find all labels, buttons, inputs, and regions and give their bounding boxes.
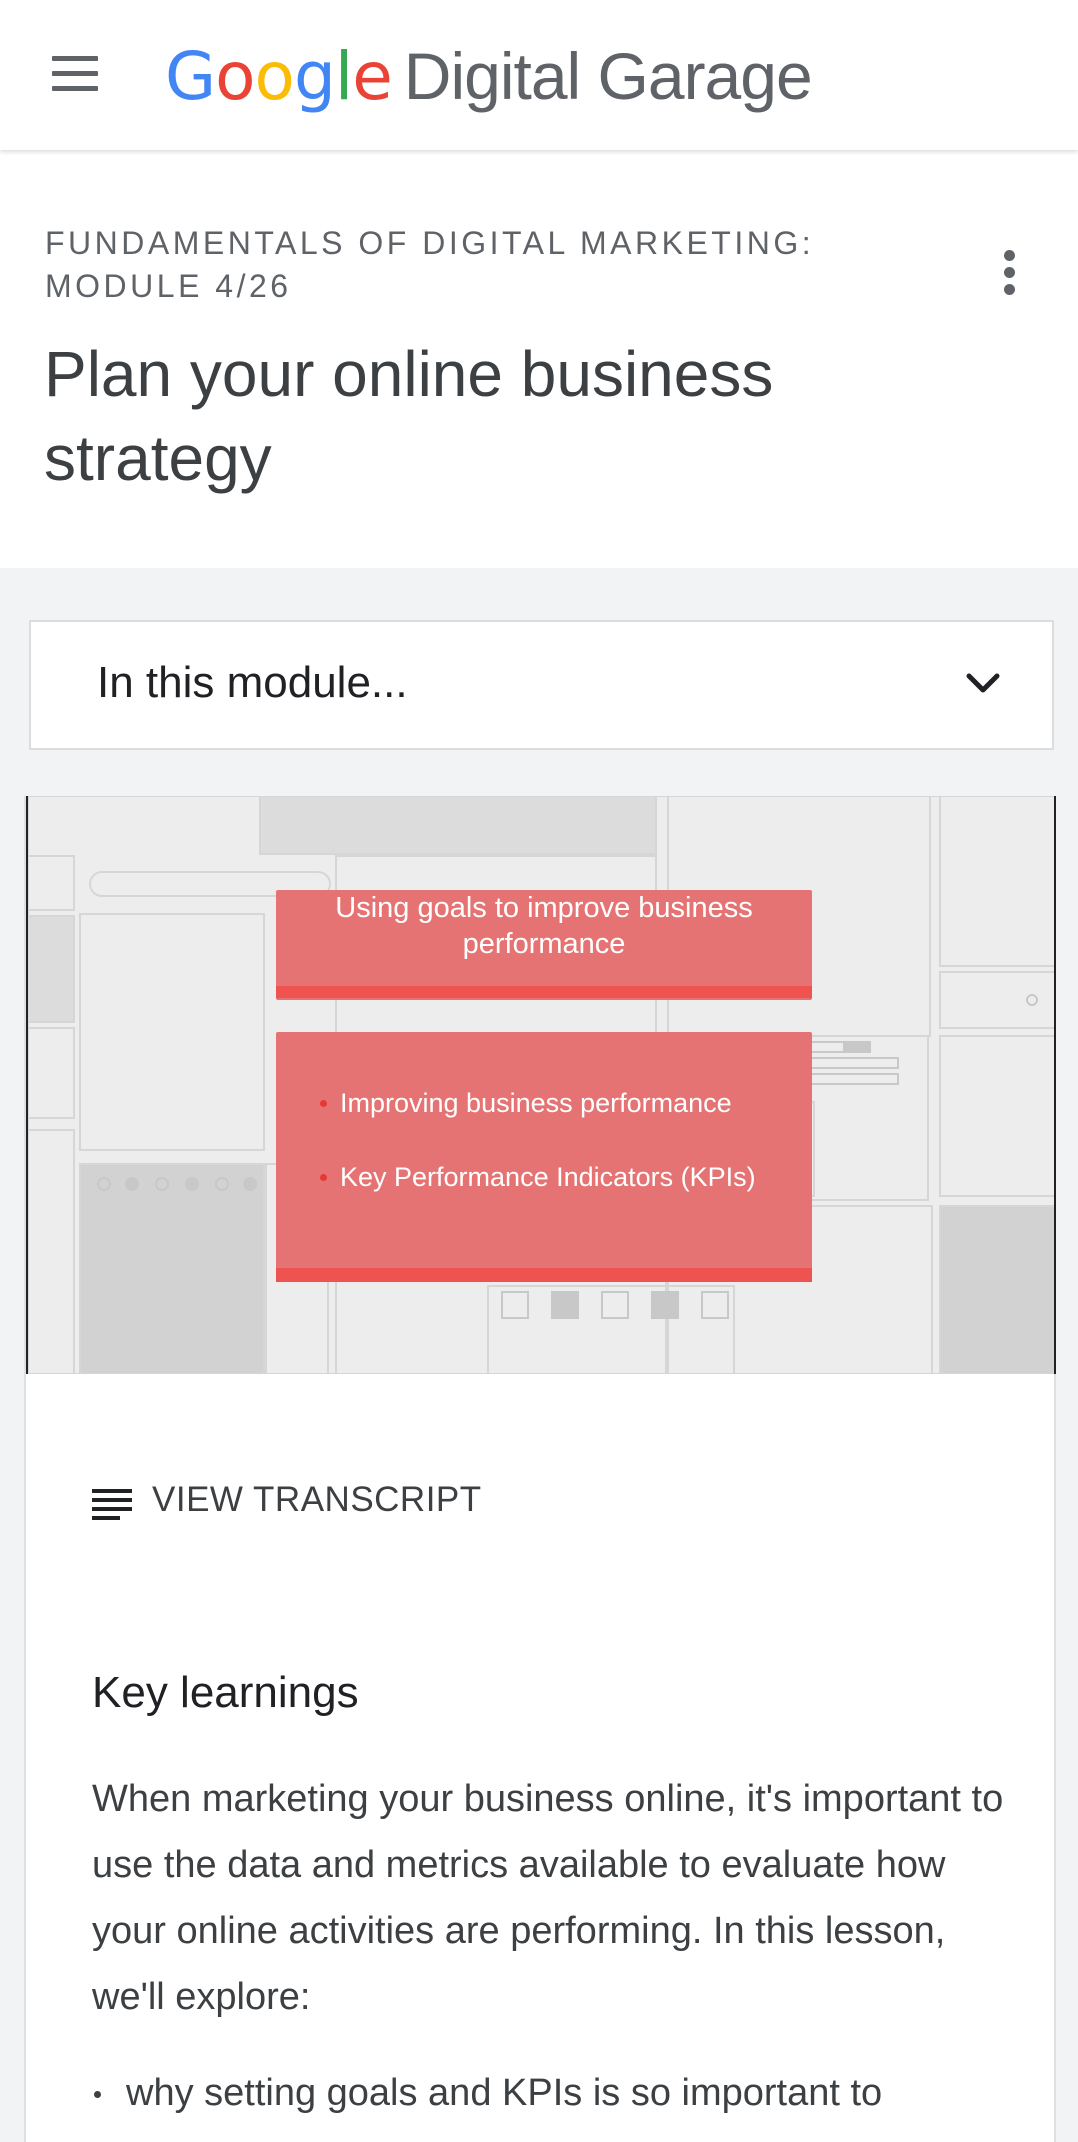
- app-bar: Google Digital Garage: [0, 0, 1078, 150]
- key-learnings-heading: Key learnings: [92, 1668, 359, 1717]
- module-header: FUNDAMENTALS OF DIGITAL MARKETING: MODUL…: [0, 150, 1078, 568]
- logo-product-name: Digital Garage: [403, 39, 813, 113]
- page-title: Plan your online business strategy: [44, 338, 774, 494]
- google-digital-garage-logo[interactable]: Google Digital Garage: [165, 38, 813, 115]
- more-vert-icon[interactable]: [990, 244, 1030, 304]
- course-module-eyebrow: FUNDAMENTALS OF DIGITAL MARKETING: MODUL…: [45, 225, 815, 304]
- chevron-down-icon: [966, 673, 1000, 693]
- key-learnings-body: When marketing your business online, it'…: [92, 1778, 1004, 2018]
- in-this-module-dropdown[interactable]: In this module...: [29, 620, 1054, 750]
- list-item: why setting goals and KPIs is so importa…: [92, 2060, 1012, 2126]
- view-transcript-label: VIEW TRANSCRIPT: [152, 1480, 482, 1519]
- hamburger-menu-icon[interactable]: [44, 52, 108, 98]
- transcript-icon: [92, 1489, 132, 1520]
- lesson-card: Using goals to improve business performa…: [24, 796, 1056, 2142]
- key-learnings-list: why setting goals and KPIs is so importa…: [92, 2060, 1012, 2126]
- google-wordmark: Google: [165, 38, 393, 115]
- video-player[interactable]: Using goals to improve business performa…: [26, 796, 1056, 1374]
- slide-title: Using goals to improve business performa…: [335, 892, 753, 960]
- dropdown-label: In this module...: [97, 658, 408, 707]
- slide-bullet: Key Performance Indicators (KPIs): [320, 1162, 756, 1192]
- video-slide-background: [28, 796, 1054, 1374]
- slide-bullet: Improving business performance: [320, 1088, 732, 1118]
